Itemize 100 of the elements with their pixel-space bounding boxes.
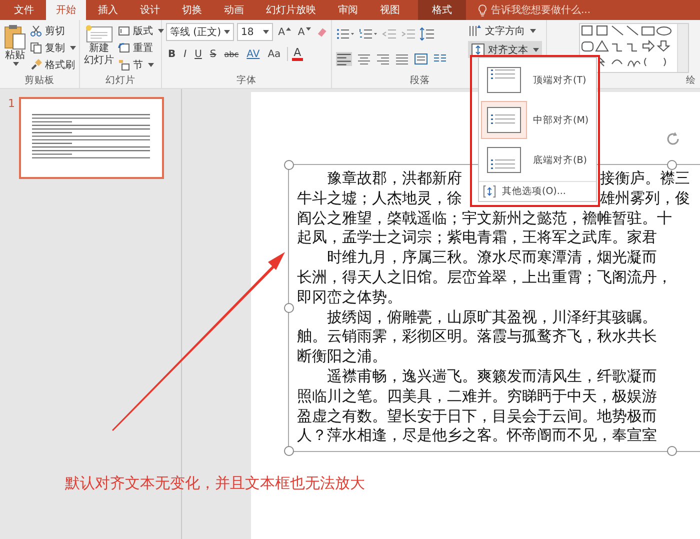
resize-handle[interactable]: [667, 160, 677, 170]
format-button[interactable]: Aa: [266, 48, 283, 60]
paste-button[interactable]: 粘贴: [4, 23, 26, 75]
section-button[interactable]: 节: [118, 57, 164, 72]
caret-icon: [70, 46, 76, 50]
text-line: 披绣闼，俯雕甍，山原旷其盈视，川泽纡其骇瞩。: [326, 308, 657, 326]
ribbon-tab[interactable]: 视图: [370, 0, 410, 20]
ribbon-tab[interactable]: 设计: [130, 0, 170, 20]
cut-button[interactable]: 剪切: [30, 23, 76, 38]
caret-icon: [263, 30, 270, 34]
ribbon-tab[interactable]: 切换: [172, 0, 212, 20]
ribbon-tab[interactable]: 文件: [4, 0, 44, 20]
copy-button[interactable]: 复制: [30, 40, 76, 55]
group-label: 剪贴板: [24, 75, 54, 86]
shrink-font-button[interactable]: A: [296, 26, 313, 38]
align-left-icon[interactable]: [336, 52, 352, 66]
numbered-list-icon[interactable]: [359, 28, 377, 40]
text-line: 长洲，得天人之旧馆。层峦耸翠，上出重霄；飞阁流丹，: [297, 268, 672, 286]
gallery-scrollbar[interactable]: [677, 24, 688, 72]
ribbon-tab[interactable]: 插入: [88, 0, 128, 20]
group-label: 绘: [686, 75, 696, 86]
shapes-gallery[interactable]: [579, 23, 689, 73]
caret-icon: [530, 28, 536, 32]
text-line: 豫章故郡，洪都新府: [326, 169, 462, 189]
decrease-indent-icon[interactable]: [382, 28, 396, 40]
caret-up-icon: [286, 26, 291, 30]
menu-item[interactable]: 中部对齐(M): [479, 101, 596, 139]
justify-icon[interactable]: [395, 53, 409, 65]
scissors-icon: [30, 24, 42, 36]
format-button[interactable]: U: [192, 48, 204, 60]
text-line: 人？萍水相逢，尽是他乡之客。怀帝阍而不见，奉宣室: [297, 426, 657, 444]
format-button[interactable]: AV: [244, 48, 262, 60]
font-name-dropdown[interactable]: 等线 (正文): [166, 23, 234, 41]
ribbon-tab[interactable]: 动画: [214, 0, 254, 20]
increase-indent-icon[interactable]: [401, 28, 415, 40]
eraser-icon[interactable]: [316, 26, 328, 38]
tell-me-field[interactable]: 告诉我您想要做什么...: [478, 0, 591, 20]
resize-handle[interactable]: [284, 446, 294, 456]
text-line: 起凤，孟学士之词宗；紫电青霜，王将军之武库。家君: [297, 228, 657, 246]
format-button[interactable]: S: [208, 48, 218, 60]
menu-item[interactable]: 顶端对齐(T): [479, 61, 596, 99]
slide-number: 1: [8, 97, 15, 110]
text-line: 牛斗之墟；人杰地灵，徐: [297, 188, 462, 209]
align-right-icon[interactable]: [376, 53, 390, 65]
text-line: 舳。云销雨霁，彩彻区明。落霞与孤鹜齐飞，秋水共长: [297, 327, 657, 346]
text-line: 雄州雾列，俊: [600, 188, 691, 209]
rotate-handle-icon[interactable]: [665, 131, 681, 147]
caret-icon: [306, 26, 311, 30]
slide-thumbnail[interactable]: [19, 97, 164, 179]
text-line: 即冈峦之体势。: [297, 288, 402, 306]
paintbrush-icon: [30, 58, 42, 70]
align-text-icon: [471, 42, 485, 56]
resize-handle[interactable]: [284, 303, 294, 313]
menu-item[interactable]: 底端对齐(B): [479, 141, 596, 179]
text-line: 时维九月，序属三秋。潦水尽而寒潭清，烟光凝而: [326, 248, 657, 266]
format-button[interactable]: abc: [222, 50, 241, 58]
annotation-text: 默认对齐文本无变化，并且文本框也无法放大: [65, 474, 365, 493]
distributed-icon[interactable]: [414, 53, 428, 65]
align-center-icon[interactable]: [357, 53, 371, 65]
section-icon: [118, 58, 130, 70]
new-slide-icon: [85, 24, 113, 43]
resize-handle[interactable]: [667, 446, 677, 456]
new-slide-button[interactable]: 新建 幻灯片: [84, 23, 114, 75]
reset-button[interactable]: 重置: [118, 40, 164, 55]
group-label: 字体: [236, 75, 256, 86]
layout-button[interactable]: 版式: [118, 23, 164, 38]
lightbulb-icon: [478, 4, 487, 16]
caret-icon: [158, 28, 164, 32]
text-line: 接衡庐。襟三: [600, 169, 691, 189]
text-line: 断衡阳之浦。: [297, 347, 387, 366]
caret-icon: [533, 48, 539, 52]
layout-icon: [118, 24, 130, 36]
text-line: 盈虚之有数。望长安于日下，目吴会于云间。地势极而: [297, 406, 657, 425]
text-direction-button[interactable]: 文字方向: [468, 23, 542, 38]
caret-icon: [224, 30, 230, 34]
format-button[interactable]: I: [182, 48, 189, 60]
caret-icon: [13, 62, 19, 66]
align-text-icon: [483, 185, 496, 198]
grow-font-button[interactable]: A: [276, 26, 293, 38]
ribbon-tab[interactable]: 幻灯片放映: [256, 0, 326, 20]
format-painter-button[interactable]: 格式刷: [30, 57, 76, 72]
text-line: 遥襟甫畅，逸兴遄飞。爽籁发而清风生，纤歌凝而: [326, 366, 657, 385]
bullet-list-icon[interactable]: [336, 28, 354, 40]
clipboard-icon: [4, 24, 26, 50]
font-size-dropdown[interactable]: 18: [236, 23, 274, 41]
group-label: 幻灯片: [106, 75, 136, 86]
font-color-button[interactable]: A: [292, 47, 304, 61]
text-direction-icon: [468, 24, 482, 38]
text-line: 阎公之雅望，棨戟遥临；宇文新州之懿范，襜帷暂驻。十: [297, 208, 672, 227]
ribbon-tab[interactable]: 开始: [46, 0, 86, 20]
more-options-item[interactable]: 其他选项(O)...: [479, 181, 596, 199]
ribbon-tab[interactable]: 格式: [418, 0, 466, 20]
resize-handle[interactable]: [284, 160, 294, 170]
copy-icon: [30, 42, 42, 54]
caret-icon: [148, 62, 154, 66]
ribbon-tab[interactable]: 审阅: [328, 0, 368, 20]
group-label: 段落: [410, 75, 430, 86]
format-button[interactable]: B: [166, 48, 178, 60]
text-line: 照临川之笔。四美具，二难并。穷睇眄于中天，极娱游: [297, 386, 657, 405]
reset-icon: [118, 42, 130, 54]
